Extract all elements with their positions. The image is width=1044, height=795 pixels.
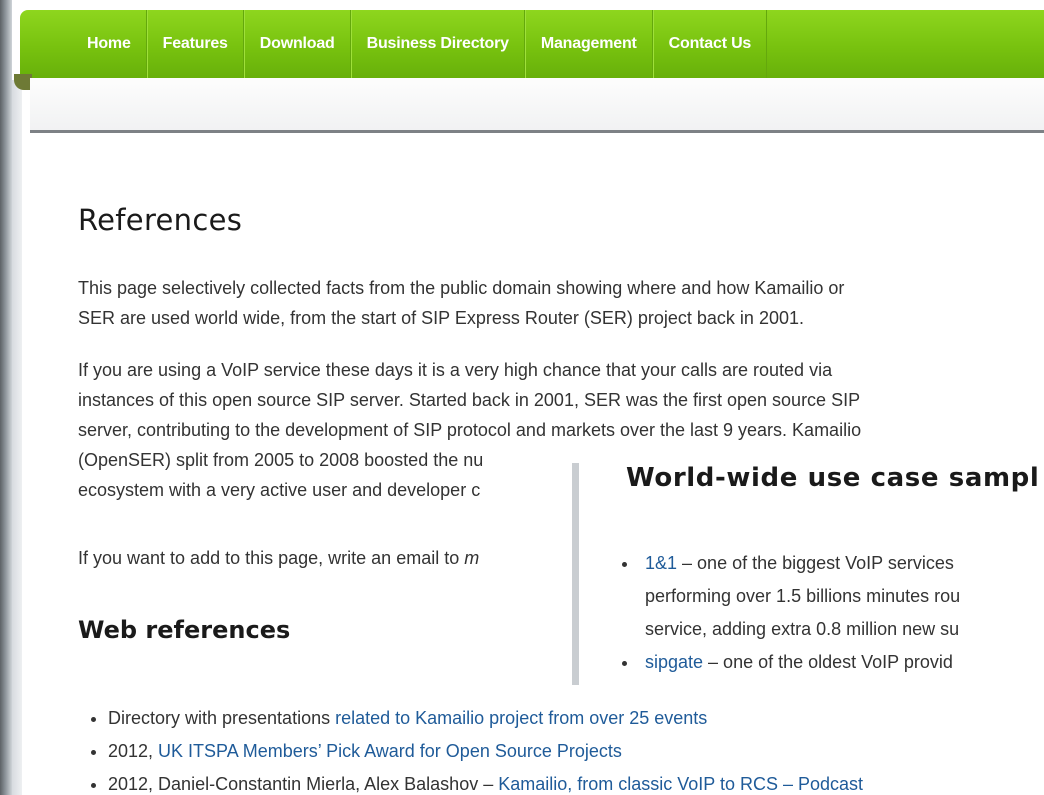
- nav-contact-us[interactable]: Contact Us: [652, 10, 768, 78]
- nav-download[interactable]: Download: [243, 10, 351, 78]
- use-case-list: 1&1 – one of the biggest VoIP services p…: [639, 547, 960, 679]
- use-case-text: performing over 1.5 billions minutes rou: [645, 586, 961, 606]
- intro-line: SER are used world wide, from the start …: [78, 308, 804, 328]
- nav-home[interactable]: Home: [77, 10, 147, 78]
- intro-paragraph: This page selectively collected facts fr…: [78, 273, 1044, 333]
- contribute-email-fragment[interactable]: m: [464, 548, 479, 568]
- voip-line: If you are using a VoIP service these da…: [78, 360, 833, 380]
- use-case-text: – one of the biggest VoIP services: [677, 553, 954, 573]
- use-case-link-1and1[interactable]: 1&1: [645, 553, 677, 573]
- use-case-link-sipgate[interactable]: sipgate: [645, 652, 703, 672]
- list-item: Directory with presentations related to …: [108, 702, 863, 735]
- list-item: 2012, UK ITSPA Members’ Pick Award for O…: [108, 735, 863, 768]
- list-item: sipgate – one of the oldest VoIP provid: [639, 646, 960, 679]
- sub-header-bar: [30, 78, 1044, 133]
- list-item-prefix: Directory with presentations: [108, 708, 336, 728]
- window-left-edge: [0, 0, 12, 795]
- voip-line: (OpenSER) split from 2005 to 2008 booste…: [78, 450, 484, 470]
- list-item-link[interactable]: UK ITSPA Members’ Pick Award for Open So…: [158, 741, 622, 761]
- intro-line: This page selectively collected facts fr…: [78, 278, 845, 298]
- main-content: References This page selectively collect…: [30, 133, 1044, 795]
- nav-management[interactable]: Management: [524, 10, 653, 78]
- use-case-heading: World-wide use case sampl: [626, 463, 1040, 493]
- main-navigation: Home Features Download Business Director…: [20, 10, 1044, 78]
- web-references-heading: Web references: [78, 616, 291, 644]
- list-item: 2012, Daniel-Constantin Mierla, Alex Bal…: [108, 768, 863, 795]
- page-title: References: [78, 203, 243, 237]
- list-item: 1&1 – one of the biggest VoIP services p…: [639, 547, 960, 646]
- list-item-link[interactable]: Kamailio, from classic VoIP to RCS – Pod…: [498, 774, 863, 794]
- voip-line: server, contributing to the development …: [78, 420, 862, 440]
- nav-items: Home Features Download Business Director…: [77, 10, 768, 78]
- use-case-text: – one of the oldest VoIP provid: [703, 652, 953, 672]
- nav-business-directory[interactable]: Business Directory: [350, 10, 525, 78]
- nav-features[interactable]: Features: [146, 10, 244, 78]
- web-references-list: Directory with presentations related to …: [88, 702, 863, 795]
- page-left-shadow: [12, 80, 22, 795]
- use-case-text: service, adding extra 0.8 million new su: [645, 619, 960, 639]
- use-case-overlay-panel: World-wide use case sampl 1&1 – one of t…: [572, 463, 1044, 685]
- voip-line: instances of this open source SIP server…: [78, 390, 861, 410]
- contribute-text: If you want to add to this page, write a…: [78, 548, 465, 568]
- list-item-link[interactable]: related to Kamailio project from over 25…: [335, 708, 707, 728]
- list-item-prefix: 2012, Daniel-Constantin Mierla, Alex Bal…: [108, 774, 499, 794]
- voip-line: ecosystem with a very active user and de…: [78, 480, 481, 500]
- list-item-prefix: 2012,: [108, 741, 159, 761]
